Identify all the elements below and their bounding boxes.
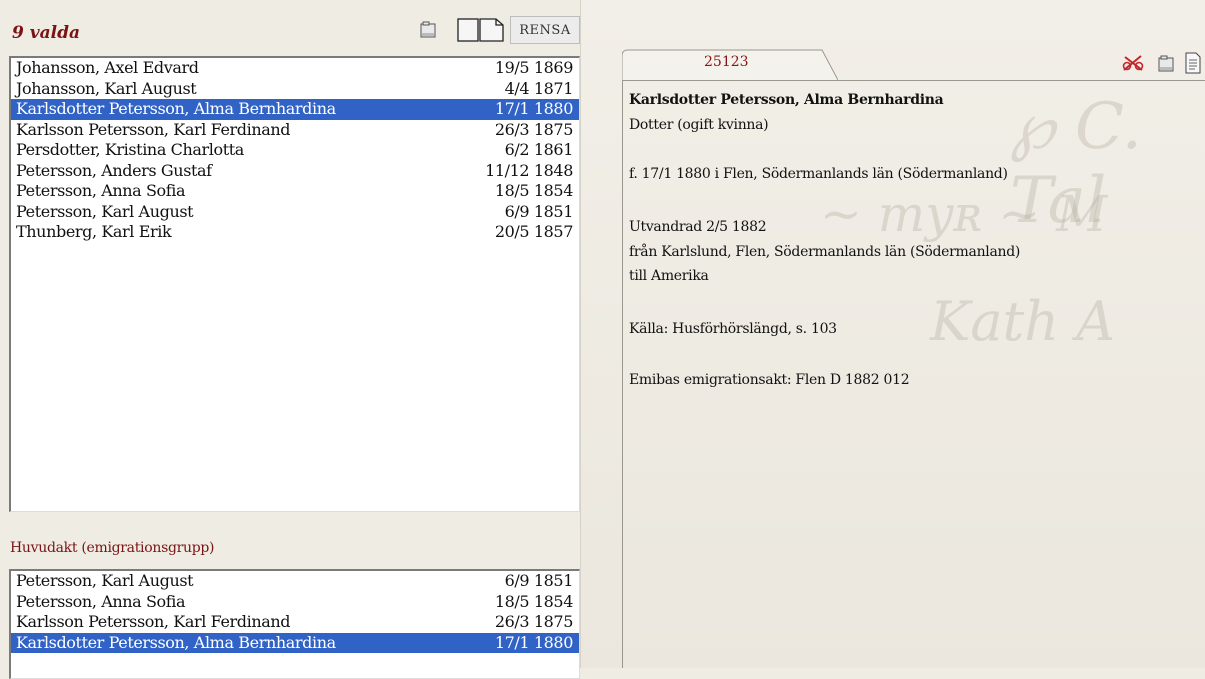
group-label: Huvudakt (emigrationsgrupp) xyxy=(10,540,215,556)
person-name-cell: Petersson, Anders Gustaf xyxy=(16,160,212,180)
person-name-cell: Petersson, Anna Sofia xyxy=(16,181,186,200)
list-item[interactable]: Petersson, Anna Sofia 18/5 1854 xyxy=(11,592,579,613)
emigration-date: Utvandrad 2/5 1882 xyxy=(629,219,767,235)
unlink-icon xyxy=(1122,55,1144,71)
document-icon xyxy=(1185,52,1201,74)
panel-border-left xyxy=(622,80,623,668)
person-name: Karlsdotter Petersson, Alma Bernhardina xyxy=(629,92,944,108)
birth-date-cell: 18/5 1854 xyxy=(494,181,574,200)
rensa-button[interactable]: RENSA xyxy=(510,16,580,44)
record-tab-label[interactable]: 25123 xyxy=(704,54,749,70)
list-item[interactable]: Karlsdotter Petersson, Alma Bernhardina 1… xyxy=(11,99,579,120)
birth-date-cell: 17/1 1880 xyxy=(494,99,574,118)
folder-icon xyxy=(1158,55,1174,72)
emibas-record: Emibas emigrationsakt: Flen D 1882 012 xyxy=(629,372,910,388)
birth-date-cell: 17/1 1880 xyxy=(494,632,574,652)
person-name-cell: Karlsson Petersson, Karl Ferdinand xyxy=(16,612,291,631)
list-item[interactable]: Petersson, Karl August 6/9 1851 xyxy=(11,202,579,223)
selected-count-title: 9 valda xyxy=(12,23,80,43)
birth-info: f. 17/1 1880 i Flen, Södermanlands län (… xyxy=(629,166,1008,182)
person-name-cell: Petersson, Karl August xyxy=(16,201,194,221)
list-item[interactable]: Persdotter, Kristina Charlotta 6/2 1861 xyxy=(11,140,579,161)
birth-date-cell: 18/5 1854 xyxy=(494,591,574,611)
list-item[interactable]: Petersson, Karl August 6/9 1851 xyxy=(11,571,579,592)
person-name-cell: Petersson, Anna Sofia xyxy=(16,591,186,611)
panel-divider xyxy=(580,0,581,668)
birth-date-cell: 20/5 1857 xyxy=(494,222,574,241)
rensa-label: RENSA xyxy=(519,22,571,38)
birth-date-cell: 11/12 1848 xyxy=(485,160,573,180)
new-folder-button[interactable] xyxy=(410,16,446,44)
folder-icon xyxy=(420,21,436,38)
emigration-to: till Amerika xyxy=(629,268,709,284)
group-list[interactable]: Petersson, Karl August 6/9 1851 Petersson,… xyxy=(9,569,580,679)
panel-border-top xyxy=(622,80,1205,81)
selected-list[interactable]: Johansson, Axel Edvard 19/5 1869 Johansson… xyxy=(9,56,580,512)
list-item[interactable]: Johansson, Axel Edvard 19/5 1869 xyxy=(11,58,579,79)
list-item[interactable]: Johansson, Karl August 4/4 1871 xyxy=(11,79,579,100)
list-item[interactable]: Petersson, Anna Sofia 18/5 1854 xyxy=(11,181,579,202)
birth-date-cell: 6/9 1851 xyxy=(504,571,574,590)
list-item[interactable]: Petersson, Anders Gustaf 11/12 1848 xyxy=(11,161,579,182)
person-name-cell: Karlsdotter Petersson, Alma Bernhardina xyxy=(16,99,336,118)
person-name-cell: Thunberg, Karl Erik xyxy=(16,222,172,241)
book-icon xyxy=(457,18,504,42)
document-button[interactable] xyxy=(1182,50,1204,76)
birth-date-cell: 6/2 1861 xyxy=(504,140,574,159)
list-item[interactable]: Thunberg, Karl Erik 20/5 1857 xyxy=(11,222,579,243)
person-role: Dotter (ogift kvinna) xyxy=(629,117,769,133)
source-info: Källa: Husförhörslängd, s. 103 xyxy=(629,321,837,337)
unlink-button[interactable] xyxy=(1118,52,1148,74)
person-name-cell: Johansson, Karl August xyxy=(16,78,197,98)
compare-button[interactable] xyxy=(454,16,510,44)
person-name-cell: Johansson, Axel Edvard xyxy=(16,58,199,77)
person-name-cell: Persdotter, Kristina Charlotta xyxy=(16,140,244,159)
person-name-cell: Karlsdotter Petersson, Alma Bernhardina xyxy=(16,632,336,652)
list-item[interactable]: Karlsdotter Petersson, Alma Bernhardina 1… xyxy=(11,632,579,653)
list-item[interactable]: Karlsson Petersson, Karl Ferdinand 26/3 1… xyxy=(11,612,579,633)
list-item[interactable]: Karlsson Petersson, Karl Ferdinand 26/3 1… xyxy=(11,120,579,141)
birth-date-cell: 26/3 1875 xyxy=(494,119,574,139)
birth-date-cell: 19/5 1869 xyxy=(494,58,574,77)
folder-button[interactable] xyxy=(1154,52,1178,76)
birth-date-cell: 6/9 1851 xyxy=(504,201,574,221)
birth-date-cell: 4/4 1871 xyxy=(504,78,574,98)
person-name-cell: Karlsson Petersson, Karl Ferdinand xyxy=(16,119,291,139)
emigration-from: från Karlslund, Flen, Södermanlands län … xyxy=(629,244,1021,260)
birth-date-cell: 26/3 1875 xyxy=(494,612,574,631)
person-name-cell: Petersson, Karl August xyxy=(16,571,194,590)
